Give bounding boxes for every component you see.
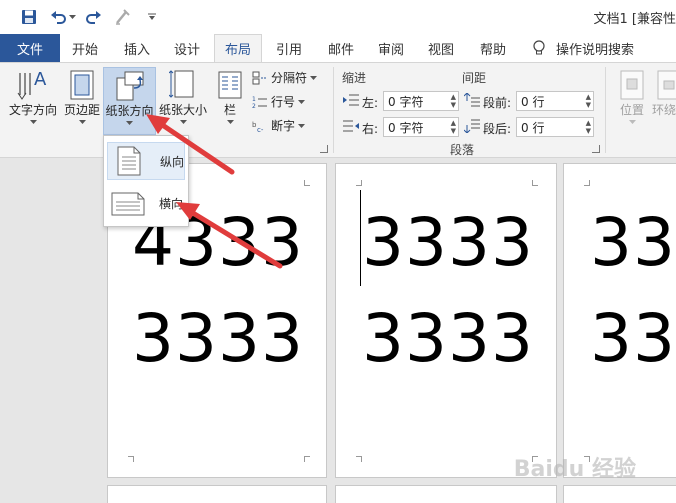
- annotation-arrows: [146, 114, 283, 269]
- annotation-arrow-orientation: [146, 114, 235, 175]
- annotation-arrow-landscape: [176, 202, 283, 269]
